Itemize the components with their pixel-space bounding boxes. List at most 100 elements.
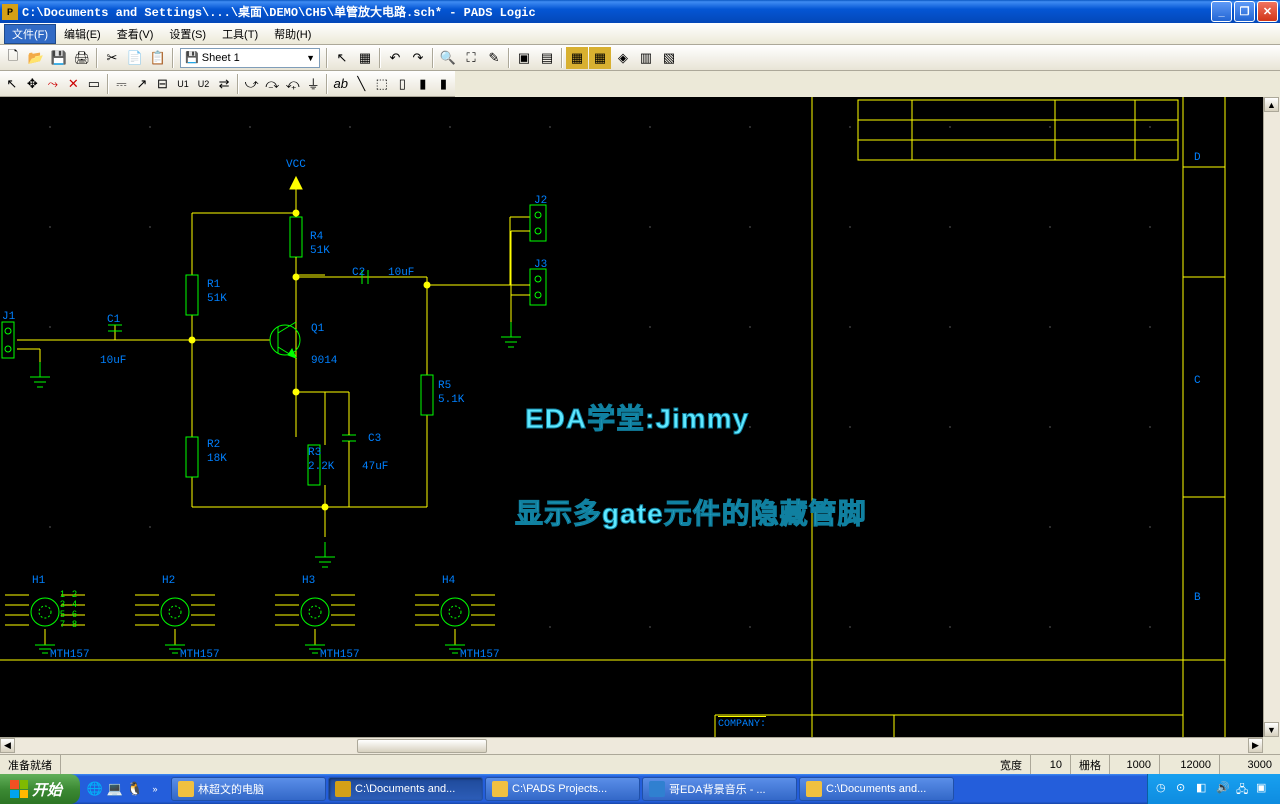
status-grid-label: 栅格 [1071, 755, 1110, 774]
svg-text:H3: H3 [302, 575, 315, 587]
save-icon[interactable]: 💾 [48, 47, 70, 69]
vertical-scrollbar[interactable]: ▲ ▼ [1263, 97, 1280, 737]
ie-icon[interactable]: 🌐 [86, 780, 104, 798]
text-icon[interactable]: ab [331, 73, 351, 95]
svg-text:9014: 9014 [311, 355, 338, 367]
field-icon[interactable]: ▯ [393, 73, 413, 95]
zoom-sheet-icon[interactable]: ⛶ [460, 47, 482, 69]
scroll-right-icon[interactable]: ▶ [1248, 738, 1263, 753]
copy-icon[interactable]: 📄 [124, 47, 146, 69]
disk-icon: 💾 [185, 51, 199, 64]
open-icon[interactable]: 📂 [25, 47, 47, 69]
scroll-thumb[interactable] [357, 739, 487, 753]
area-icon[interactable]: ▦ [354, 47, 376, 69]
svg-text:5: 5 [60, 609, 65, 619]
pointer-icon[interactable]: ↖ [2, 73, 22, 95]
delete-icon[interactable]: ✕ [64, 73, 84, 95]
ref-b-icon[interactable]: U2 [194, 73, 214, 95]
conn-b-icon[interactable]: ⤼ [262, 73, 282, 95]
undo-icon[interactable]: ↶ [384, 47, 406, 69]
ref-a-icon[interactable]: U1 [173, 73, 193, 95]
props-icon[interactable]: ▭ [84, 73, 104, 95]
window-titlebar: P C:\Documents and Settings\...\桌面\DEMO\… [0, 0, 1280, 23]
svg-text:MTH157: MTH157 [50, 649, 90, 661]
status-bar: 准备就绪 宽度 10 栅格 1000 12000 3000 [0, 754, 1280, 774]
svg-text:2.2K: 2.2K [308, 461, 335, 473]
tray-icon-2[interactable]: ⊙ [1176, 781, 1192, 797]
svg-text:3: 3 [60, 599, 65, 609]
status-width-label: 宽度 [992, 755, 1031, 774]
tray-icon-1[interactable]: ◷ [1156, 781, 1172, 797]
part-icon[interactable]: ⎓ [112, 73, 132, 95]
tray-icon-3[interactable]: ◧ [1196, 781, 1212, 797]
move-icon[interactable]: ✥ [23, 73, 43, 95]
swap-icon[interactable]: ⇄ [214, 73, 234, 95]
task-music[interactable]: 哥EDA背景音乐 - ... [642, 777, 797, 801]
print-icon[interactable]: 🖨 [71, 47, 93, 69]
lib-a-icon[interactable]: ▮ [413, 73, 433, 95]
wire-icon[interactable]: ↗ [132, 73, 152, 95]
bus-icon[interactable]: ⊟ [153, 73, 173, 95]
menu-help[interactable]: 帮助(H) [266, 24, 319, 44]
svg-text:J1: J1 [2, 311, 16, 323]
zoom-icon[interactable]: 🔍 [437, 47, 459, 69]
svg-text:1: 1 [60, 589, 65, 599]
svg-text:R1: R1 [207, 279, 221, 291]
new-icon[interactable]: 🗋 [2, 47, 24, 69]
horizontal-scrollbar[interactable]: ◀ ▶ [0, 737, 1263, 754]
svg-text:H4: H4 [442, 575, 456, 587]
redo-icon[interactable]: ↷ [407, 47, 429, 69]
svg-text:MTH157: MTH157 [320, 649, 360, 661]
qq-icon[interactable]: 🐧 [126, 780, 144, 798]
select-icon[interactable]: ↖ [331, 47, 353, 69]
conn-a-icon[interactable]: ⤻ [242, 73, 262, 95]
pads-b-icon[interactable]: ▦ [589, 47, 611, 69]
svg-text:5.1K: 5.1K [438, 394, 465, 406]
desktop-icon[interactable]: 💻 [106, 780, 124, 798]
svg-text:D: D [1194, 152, 1201, 164]
svg-text:51K: 51K [310, 245, 330, 257]
svg-text:R3: R3 [308, 447, 321, 459]
ole-icon[interactable]: ◈ [612, 47, 634, 69]
menu-view[interactable]: 查看(V) [109, 24, 162, 44]
minimize-button[interactable]: _ [1211, 1, 1232, 22]
svg-text:C3: C3 [368, 433, 381, 445]
conn-c-icon[interactable]: ⤽ [283, 73, 303, 95]
ground-icon[interactable]: ⏚ [303, 73, 323, 95]
tray-network-icon[interactable]: 🖧 [1236, 781, 1252, 797]
tool-a-icon[interactable]: ▣ [513, 47, 535, 69]
paste-icon[interactable]: 📋 [147, 47, 169, 69]
svg-text:8: 8 [72, 619, 77, 629]
scroll-up-icon[interactable]: ▲ [1264, 97, 1279, 112]
scroll-down-icon[interactable]: ▼ [1264, 722, 1279, 737]
cut-icon[interactable]: ✂ [101, 47, 123, 69]
lib-b-icon[interactable]: ▮ [434, 73, 454, 95]
schematic-canvas[interactable]: 1357 2468 VCC J1 J2 J3 R1 51K R2 18K R3 … [0, 97, 1263, 737]
task-explorer[interactable]: 林超文的电脑 [171, 777, 326, 801]
svg-text:10uF: 10uF [100, 355, 126, 367]
ql-more-icon[interactable]: » [146, 780, 164, 798]
menu-tools[interactable]: 工具(T) [214, 24, 266, 44]
sheet-selector[interactable]: 💾 Sheet 1 ▼ [180, 48, 320, 68]
tool-c-icon[interactable]: ▥ [635, 47, 657, 69]
pads-a-icon[interactable]: ▦ [566, 47, 588, 69]
route-icon[interactable]: ⤳ [43, 73, 63, 95]
task-pads-projects[interactable]: C:\PADS Projects... [485, 777, 640, 801]
tool-d-icon[interactable]: ▧ [658, 47, 680, 69]
tray-volume-icon[interactable]: 🔊 [1216, 781, 1232, 797]
svg-text:J3: J3 [534, 259, 547, 271]
refresh-icon[interactable]: ✎ [483, 47, 505, 69]
menu-edit[interactable]: 编辑(E) [56, 24, 109, 44]
close-button[interactable]: ✕ [1257, 1, 1278, 22]
scroll-left-icon[interactable]: ◀ [0, 738, 15, 753]
tray-icon-4[interactable]: ▣ [1256, 781, 1272, 797]
menu-file[interactable]: 文件(F) [4, 24, 56, 44]
maximize-button[interactable]: ❐ [1234, 1, 1255, 22]
line-icon[interactable]: ╲ [352, 73, 372, 95]
menu-setup[interactable]: 设置(S) [161, 24, 214, 44]
hier-icon[interactable]: ⬚ [372, 73, 392, 95]
task-pads-logic[interactable]: C:\Documents and... [328, 777, 483, 801]
task-folder[interactable]: C:\Documents and... [799, 777, 954, 801]
watermark-2: 显示多gate元件的隐藏管脚 [515, 492, 867, 532]
tool-b-icon[interactable]: ▤ [536, 47, 558, 69]
